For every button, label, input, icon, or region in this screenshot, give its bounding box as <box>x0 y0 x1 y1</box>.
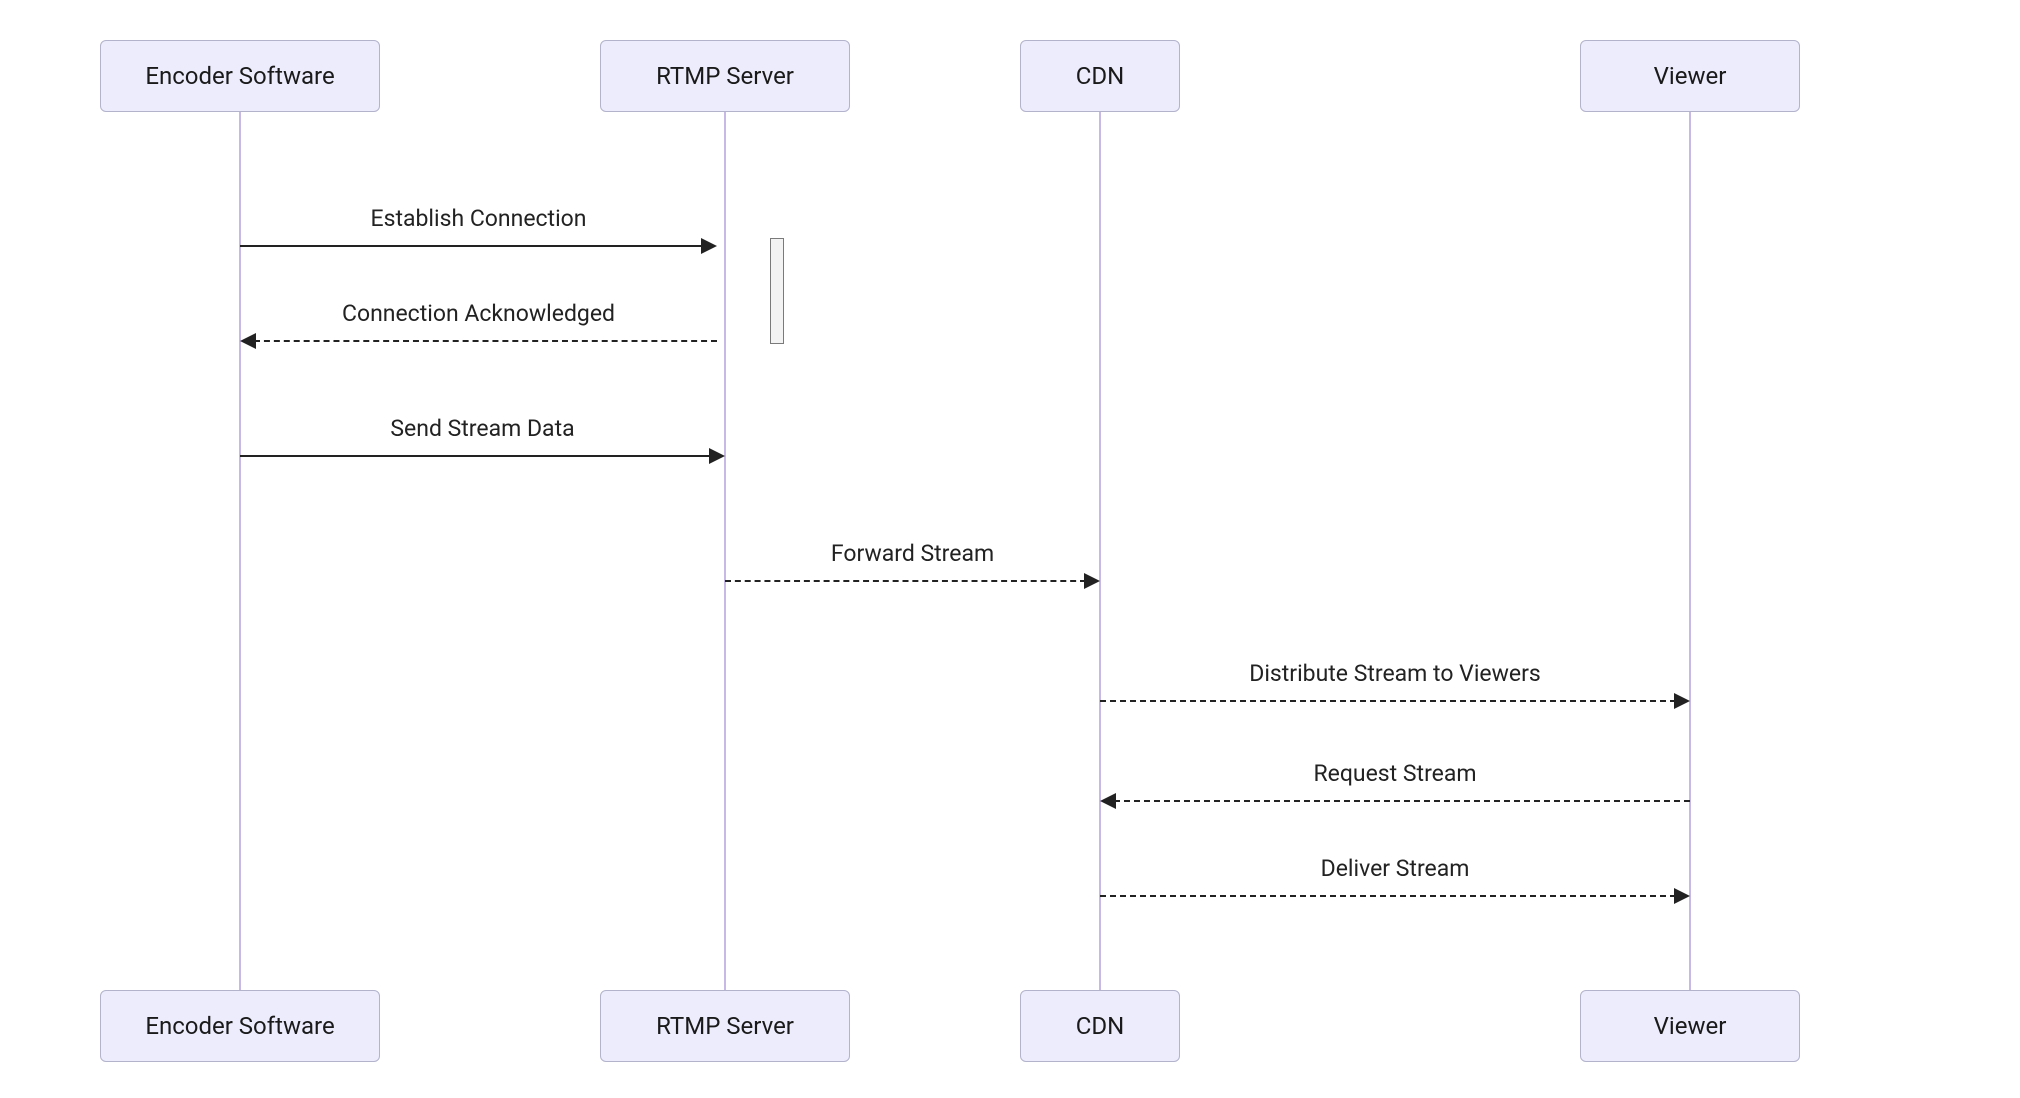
activation-bar <box>770 238 784 344</box>
lifeline-encoder <box>239 112 241 990</box>
participant-cdn: CDN <box>1020 40 1180 112</box>
arrowhead <box>1084 573 1100 589</box>
message-arrow <box>1114 800 1690 802</box>
participant-label: CDN <box>1076 1012 1125 1040</box>
message-label: Forward Stream <box>725 540 1100 567</box>
arrowhead <box>1674 888 1690 904</box>
message-label: Send Stream Data <box>240 415 725 442</box>
participant-viewer: Viewer <box>1580 990 1800 1062</box>
participant-cdn: CDN <box>1020 990 1180 1062</box>
arrowhead <box>1674 693 1690 709</box>
participant-label: RTMP Server <box>656 62 794 90</box>
participant-encoder: Encoder Software <box>100 990 380 1062</box>
participant-label: Viewer <box>1654 62 1727 90</box>
participant-rtmp: RTMP Server <box>600 40 850 112</box>
participant-label: Viewer <box>1654 1012 1727 1040</box>
message-arrow <box>240 245 703 247</box>
arrowhead <box>709 448 725 464</box>
participant-label: RTMP Server <box>656 1012 794 1040</box>
message-label: Distribute Stream to Viewers <box>1100 660 1690 687</box>
participant-encoder: Encoder Software <box>100 40 380 112</box>
arrowhead <box>240 333 256 349</box>
arrowhead <box>701 238 717 254</box>
participant-viewer: Viewer <box>1580 40 1800 112</box>
message-label: Deliver Stream <box>1100 855 1690 882</box>
participant-label: Encoder Software <box>145 1012 334 1040</box>
arrowhead <box>1100 793 1116 809</box>
message-arrow <box>254 340 717 342</box>
participant-label: CDN <box>1076 62 1125 90</box>
message-arrow <box>1100 895 1676 897</box>
participant-rtmp: RTMP Server <box>600 990 850 1062</box>
message-arrow <box>725 580 1086 582</box>
participant-label: Encoder Software <box>145 62 334 90</box>
message-label: Establish Connection <box>240 205 717 232</box>
message-label: Request Stream <box>1100 760 1690 787</box>
message-arrow <box>1100 700 1676 702</box>
message-arrow <box>240 455 711 457</box>
message-label: Connection Acknowledged <box>240 300 717 327</box>
